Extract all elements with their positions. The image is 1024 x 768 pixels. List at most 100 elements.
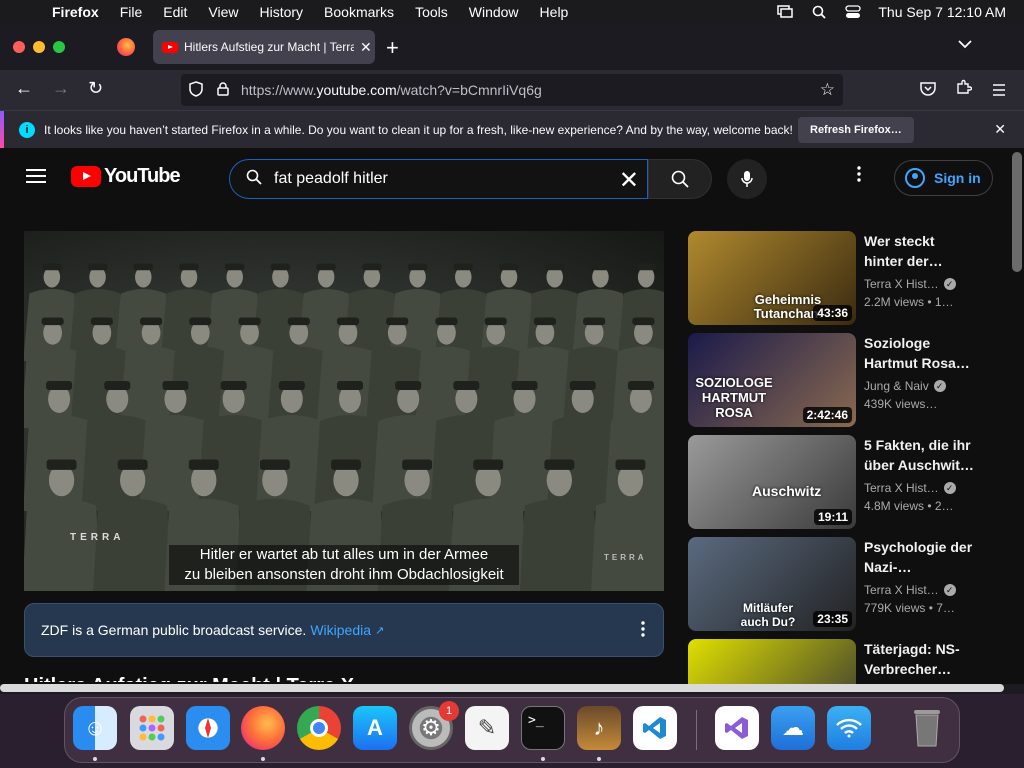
url-bar[interactable]: https://www.youtube.com/watch?v=bCmnrIiV… [181,74,843,106]
related-video-1[interactable]: Geheimnis Tutancham 43:36 Wer steckt hin… [688,231,988,333]
settings-kebab-icon[interactable] [857,166,861,186]
related-thumbnail[interactable]: SOZIOLOGE HARTMUT ROSA 2:42:46 [688,333,856,427]
related-videos-list: Geheimnis Tutancham 43:36 Wer steckt hin… [688,231,988,685]
search-button[interactable] [648,159,712,199]
wifi-icon[interactable] [827,706,871,750]
app-menu-hamburger-icon[interactable] [992,80,1006,101]
related-title[interactable]: Psychologie der Nazi-… [864,537,974,577]
lock-icon[interactable] [217,81,231,99]
search-icon [246,169,262,190]
figure-cap [278,381,305,390]
search-input[interactable] [274,170,604,188]
figure-cap [627,381,654,390]
verified-check-icon: ✓ [943,278,956,290]
figure-cap [189,317,212,326]
chrome-icon[interactable] [297,706,341,750]
tab-active[interactable]: Hitlers Aufstieg zur Macht | Terra X ✕ [153,30,375,64]
menu-window[interactable]: Window [469,4,519,20]
figure-cap [179,263,199,271]
figure-body [24,498,102,591]
refresh-firefox-button[interactable]: Refresh Firefox… [798,117,914,143]
vertical-scrollbar[interactable] [1012,152,1022,272]
sign-in-button[interactable]: Sign in [894,160,993,196]
back-arrow-icon[interactable]: ← [15,78,33,99]
notification-badge: 1 [439,701,459,721]
figure-cap [316,263,336,271]
related-thumbnail[interactable]: Geheimnis Tutancham 43:36 [688,231,856,325]
screen-mirroring-icon[interactable] [776,5,794,19]
notification-close-icon[interactable]: ✕ [994,121,1006,138]
figure-cap [533,317,556,326]
firefox-view-icon[interactable] [117,38,135,56]
tracking-protection-shield-icon[interactable] [189,80,205,100]
macos-menubar: Firefox File Edit View History Bookmarks… [0,0,1024,24]
related-title[interactable]: Täterjagd: NS-Verbrecher… [864,639,974,679]
minimize-window-button[interactable] [33,41,45,53]
related-video-4[interactable]: Mitläufer auch Du? 23:35 Psychologie der… [688,537,988,639]
trash-icon[interactable] [905,706,949,750]
related-title[interactable]: Soziologe Hartmut Rosa… [864,333,974,373]
garageband-icon[interactable]: ♪ [577,706,621,750]
external-link-icon: ↗ [375,624,385,637]
thumbnail-text: Mitläufer auch Du? [740,601,796,629]
horizontal-scrollbar[interactable] [0,684,1004,692]
visual-studio-icon[interactable] [715,706,759,750]
menubar-clock[interactable]: Thu Sep 7 12:10 AM [878,4,1006,20]
figure-cap [46,381,73,390]
figure-cap [407,263,428,271]
related-title[interactable]: 5 Fakten, die ihr über Auschwit… [864,435,974,475]
zoom-window-button[interactable] [53,41,65,53]
menu-edit[interactable]: Edit [163,4,187,20]
textedit-icon[interactable]: ✎ [465,706,509,750]
firefox-dock-icon[interactable] [241,706,285,750]
close-window-button[interactable] [13,41,25,53]
related-video-3[interactable]: Auschwitz 19:11 5 Fakten, die ihr über A… [688,435,988,537]
reload-icon[interactable]: ↻ [88,78,103,99]
vscode-icon[interactable] [633,706,677,750]
related-video-2[interactable]: SOZIOLOGE HARTMUT ROSA 2:42:46 Soziologe… [688,333,988,435]
menu-app-name[interactable]: Firefox [52,4,99,20]
app-store-icon[interactable]: A [353,706,397,750]
duration-badge: 23:35 [813,611,852,627]
figure-cap [259,459,290,470]
related-thumbnail[interactable]: Mitläufer auch Du? 23:35 [688,537,856,631]
control-center-icon[interactable] [844,5,862,19]
terminal-icon[interactable]: >_ [521,706,565,750]
figure-body [93,498,173,591]
weather-icon[interactable]: ☁ [771,706,815,750]
menu-bookmarks[interactable]: Bookmarks [324,4,394,20]
spotlight-search-icon[interactable] [810,5,828,19]
figure-cap [386,317,409,326]
launchpad-icon[interactable] [130,706,174,750]
figure-cap [569,381,596,390]
related-thumbnail[interactable] [688,639,856,685]
list-all-tabs-chevron-icon[interactable] [958,36,972,52]
related-title[interactable]: Wer steckt hinter der… [864,231,974,271]
new-tab-button[interactable]: + [386,35,399,61]
video-player[interactable]: TERRA TERRA Hitler er wartet ab tut alle… [24,231,664,591]
safari-icon[interactable] [186,706,230,750]
related-channel: Terra X Hist… ✓ [864,277,974,291]
related-video-5[interactable]: Täterjagd: NS-Verbrecher… [688,639,988,685]
related-thumbnail[interactable]: Auschwitz 19:11 [688,435,856,529]
menu-view[interactable]: View [208,4,238,20]
info-panel: ZDF is a German public broadcast service… [24,603,664,657]
search-box[interactable]: ✕ [229,159,648,199]
clear-search-icon[interactable]: ✕ [619,166,639,195]
guide-menu-icon[interactable] [26,169,46,183]
info-icon: i [19,121,35,138]
tab-close-icon[interactable]: ✕ [360,39,372,56]
pocket-icon[interactable] [920,80,936,101]
youtube-logo[interactable]: YouTube [71,165,181,188]
voice-search-mic-icon[interactable] [727,159,767,199]
finder-icon[interactable]: ☺ [73,706,117,750]
menu-file[interactable]: File [120,4,143,20]
wikipedia-link[interactable]: Wikipedia [310,622,371,638]
forward-arrow-icon[interactable]: → [52,78,70,99]
menu-tools[interactable]: Tools [415,4,448,20]
menu-help[interactable]: Help [540,4,569,20]
bookmark-star-icon[interactable]: ☆ [820,80,835,100]
info-panel-kebab-icon[interactable] [641,621,645,641]
extensions-puzzle-icon[interactable] [956,79,973,100]
menu-history[interactable]: History [259,4,303,20]
